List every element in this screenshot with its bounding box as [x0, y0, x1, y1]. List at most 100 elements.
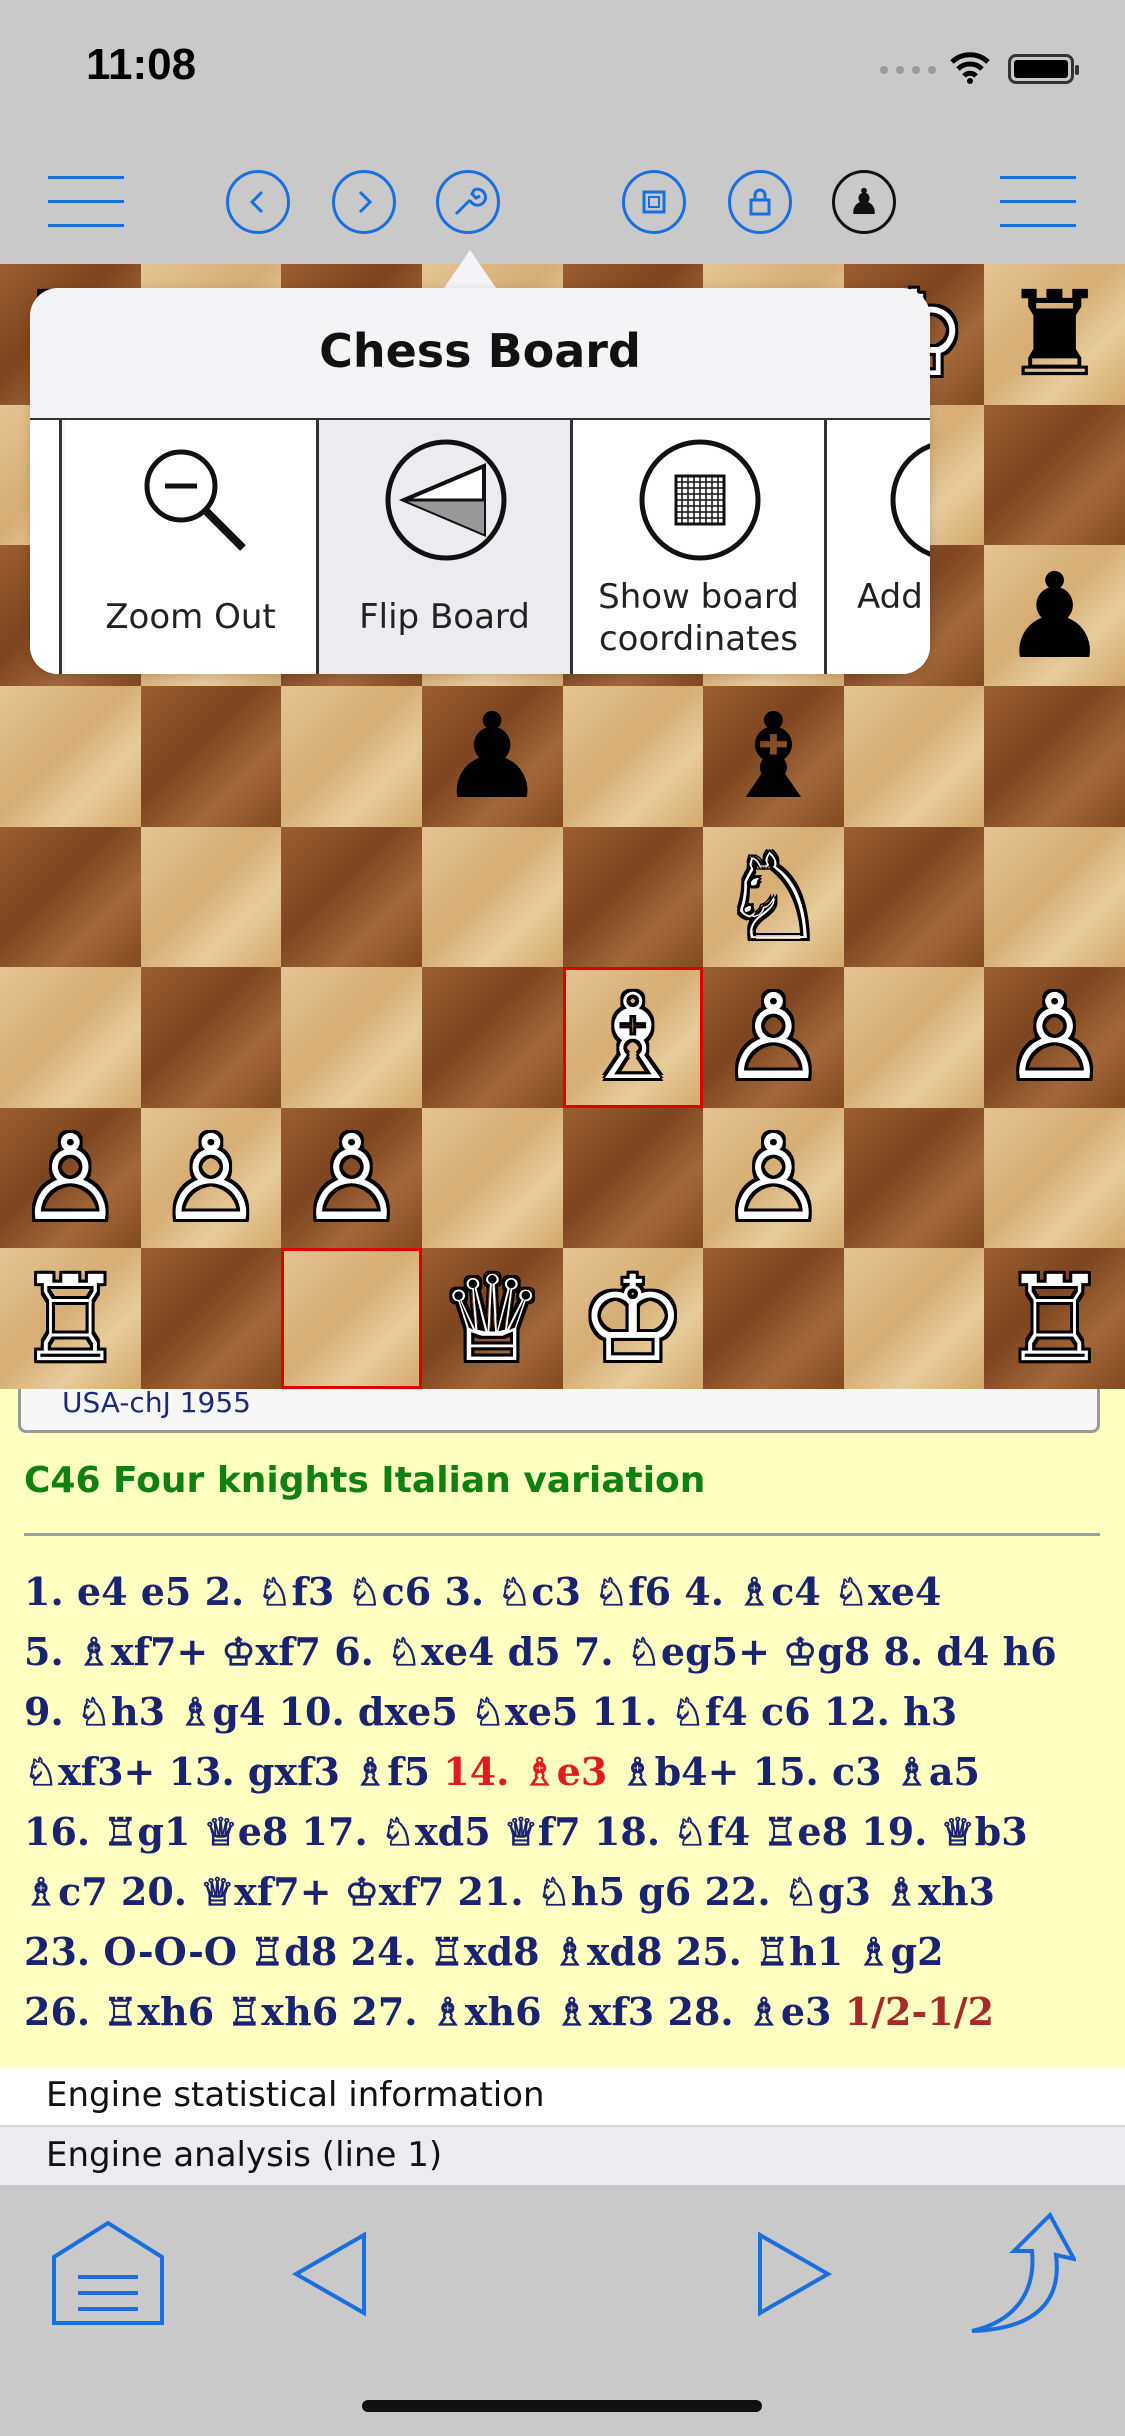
- engine-analysis-label: Engine analysis (line 1): [46, 2135, 443, 2175]
- move-line[interactable]: 5. ♗xf7+ ♔xf7 6. ♘xe4 d5 7. ♘eg5+ ♔g8 8.…: [24, 1629, 1057, 1674]
- back-button[interactable]: [226, 170, 290, 234]
- lock-icon: [749, 188, 771, 216]
- white-pawn-icon[interactable]: ♙: [703, 967, 844, 1108]
- previous-move-icon[interactable]: [290, 2231, 370, 2317]
- square-e5[interactable]: [562, 685, 704, 827]
- add-icon: [890, 443, 930, 557]
- menu-right-icon[interactable]: [1000, 176, 1076, 228]
- white-bishop-icon[interactable]: ♗: [563, 967, 704, 1108]
- white-knight-icon[interactable]: ♘: [703, 827, 844, 968]
- show-coordinates-label-1: Show board: [598, 577, 799, 617]
- show-coordinates-button[interactable]: Show board coordinates: [573, 420, 827, 674]
- flip-board-label: Flip Board: [359, 597, 530, 637]
- square-b5[interactable]: [140, 685, 282, 827]
- white-king-icon[interactable]: ♔: [563, 1248, 704, 1389]
- square-d2[interactable]: [421, 1107, 563, 1249]
- square-e2[interactable]: [562, 1107, 704, 1249]
- current-move[interactable]: 14. ♗e3: [443, 1749, 607, 1794]
- square-b3[interactable]: [140, 967, 282, 1108]
- square-g5[interactable]: [843, 685, 985, 827]
- move-line[interactable]: 16. ♖g1 ♕e8 17. ♘xd5 ♕f7 18. ♘f4 ♖e8 19.…: [24, 1809, 1028, 1854]
- event-name: USA-chJ 1955: [62, 1386, 251, 1419]
- white-rook-icon[interactable]: ♖: [0, 1248, 141, 1389]
- next-move-icon[interactable]: [754, 2231, 834, 2317]
- square-a4[interactable]: [0, 826, 141, 968]
- square-b4[interactable]: [140, 826, 282, 968]
- add-button[interactable]: Add: [827, 420, 930, 674]
- square-g4[interactable]: [843, 826, 985, 968]
- move-line[interactable]: ♘xf3+ 13. gxf3 ♗f5: [24, 1749, 443, 1794]
- square-h7[interactable]: [984, 404, 1125, 546]
- wifi-icon: [950, 52, 990, 84]
- opening-name: C46 Four knights Italian variation: [24, 1460, 706, 1501]
- popover-title: Chess Board: [319, 324, 641, 378]
- menu-left-icon[interactable]: [48, 176, 124, 228]
- engine-button[interactable]: [622, 170, 686, 234]
- signal-icon: [880, 66, 936, 74]
- white-pawn-icon[interactable]: ♙: [984, 967, 1125, 1108]
- player-button[interactable]: ♟: [832, 170, 896, 234]
- square-g1[interactable]: [843, 1248, 985, 1389]
- square-a3[interactable]: [0, 967, 141, 1108]
- board-grid-icon: [639, 439, 761, 561]
- engine-stats-row[interactable]: Engine statistical information: [0, 2067, 1125, 2127]
- tools-button[interactable]: [436, 170, 500, 234]
- move-line[interactable]: 23. O-O-O ♖d8 24. ♖xd8 ♗xd8 25. ♖h1 ♗g2: [24, 1929, 944, 1974]
- home-indicator[interactable]: [362, 2400, 762, 2412]
- status-time: 11:08: [86, 40, 197, 89]
- chess-board-popover: Chess Board Zoom Out Flip Board Show boa…: [30, 288, 930, 674]
- chevron-right-icon: [358, 190, 373, 214]
- white-pawn-icon[interactable]: ♙: [703, 1108, 844, 1249]
- square-c5[interactable]: [281, 685, 422, 827]
- chip-icon: [642, 190, 666, 214]
- white-pawn-icon[interactable]: ♙: [141, 1108, 282, 1249]
- square-d4[interactable]: [421, 826, 563, 968]
- zoom-out-label: Zoom Out: [105, 597, 276, 637]
- divider: [24, 1533, 1100, 1536]
- square-h2[interactable]: [984, 1107, 1125, 1249]
- add-label: Add: [857, 577, 923, 617]
- move-line[interactable]: ♗c7 20. ♕xf7+ ♔xf7 21. ♘h5 g6 22. ♘g3 ♗x…: [24, 1869, 995, 1914]
- move-line[interactable]: 26. ♖xh6 ♖xh6 27. ♗xh6 ♗xf3 28. ♗e3: [24, 1989, 845, 2034]
- square-c4[interactable]: [281, 826, 422, 968]
- move-line[interactable]: ♗b4+ 15. c3 ♗a5: [607, 1749, 980, 1794]
- move-list[interactable]: 1. e4 e5 2. ♘f3 ♘c6 3. ♘c3 ♘f6 4. ♗c4 ♘x…: [24, 1562, 1114, 2042]
- square-f1[interactable]: [703, 1248, 844, 1389]
- white-pawn-icon[interactable]: ♙: [281, 1108, 422, 1249]
- square-h5[interactable]: [984, 685, 1125, 827]
- home-menu-icon[interactable]: [50, 2219, 166, 2327]
- square-h4[interactable]: [984, 826, 1125, 968]
- black-bishop-icon[interactable]: ♝: [703, 686, 844, 827]
- black-pawn-icon[interactable]: ♟: [422, 686, 563, 827]
- white-rook-icon[interactable]: ♖: [984, 1248, 1125, 1389]
- white-pawn-icon[interactable]: ♙: [0, 1108, 141, 1249]
- flip-board-button[interactable]: Flip Board: [319, 420, 573, 674]
- lock-button[interactable]: [728, 170, 792, 234]
- square-d3[interactable]: [421, 967, 563, 1108]
- move-line[interactable]: 9. ♘h3 ♗g4 10. dxe5 ♘xe5 11. ♘f4 c6 12. …: [24, 1689, 957, 1734]
- engine-analysis-row[interactable]: Engine analysis (line 1): [0, 2127, 1125, 2187]
- engine-stats-label: Engine statistical information: [46, 2075, 545, 2115]
- flip-board-icon: [385, 439, 507, 561]
- game-result: 1/2-1/2: [844, 1989, 995, 2034]
- forward-button[interactable]: [332, 170, 396, 234]
- zoom-out-button[interactable]: Zoom Out: [65, 420, 319, 674]
- square-b1[interactable]: [140, 1248, 282, 1389]
- bottom-toolbar: [0, 2185, 1125, 2436]
- square-a5[interactable]: [0, 685, 141, 827]
- square-e4[interactable]: [562, 826, 704, 968]
- black-pawn-icon[interactable]: ♟: [984, 545, 1125, 686]
- battery-icon: [1008, 54, 1079, 84]
- popover-options: Zoom Out Flip Board Show board coordinat…: [30, 418, 930, 674]
- pawn-icon: ♟: [847, 181, 881, 223]
- square-c3[interactable]: [281, 967, 422, 1108]
- popover-prev-item[interactable]: [30, 420, 62, 674]
- chevron-left-icon: [249, 190, 264, 214]
- move-line[interactable]: 1. e4 e5 2. ♘f3 ♘c6 3. ♘c3 ♘f6 4. ♗c4 ♘x…: [24, 1569, 941, 1614]
- black-rook-icon[interactable]: ♜: [984, 264, 1125, 405]
- share-arrow-icon[interactable]: [966, 2211, 1076, 2337]
- square-g2[interactable]: [843, 1107, 985, 1249]
- square-g3[interactable]: [843, 967, 985, 1108]
- white-queen-icon[interactable]: ♕: [422, 1248, 563, 1389]
- wrench-icon: [454, 187, 487, 216]
